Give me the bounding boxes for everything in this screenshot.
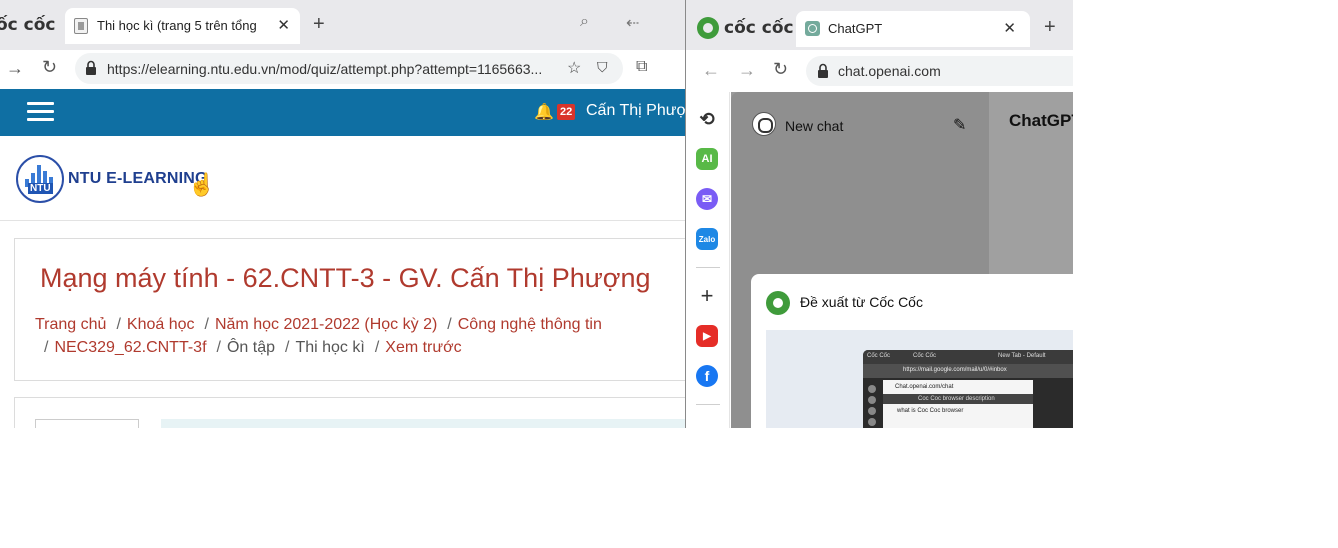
youtube-icon[interactable]: ▶ <box>696 325 718 347</box>
add-icon[interactable]: + <box>696 283 718 308</box>
breadcrumb-preview[interactable]: Xem trước <box>385 339 461 356</box>
model-title[interactable]: ChatGPT <box>1009 111 1073 131</box>
right-address-toolbar: ← → ↻ chat.openai.com <box>686 50 1073 92</box>
suggestion-preview-image[interactable]: Cốc Cốc Cốc Cốc New Tab - Default https:… <box>766 330 1073 428</box>
lock-icon <box>818 63 828 78</box>
address-bar[interactable]: chat.openai.com <box>806 56 1073 86</box>
tab-close-icon[interactable]: ✕ <box>277 16 290 34</box>
site-logo-area: NTU NTU E-LEARNING ☝ <box>0 137 686 221</box>
preview-panel-heading: Coc Coc browser description <box>918 396 995 402</box>
site-header: 🔔 22 Cấn Thị Phượng <box>0 89 686 136</box>
preview-tab: New Tab - Default <box>998 353 1046 359</box>
left-address-toolbar: → ↻ https://elearning.ntu.edu.vn/mod/qui… <box>0 50 686 88</box>
preview-browser-screenshot: Cốc Cốc Cốc Cốc New Tab - Default https:… <box>863 350 1073 428</box>
question-text-box <box>161 419 686 428</box>
tab-search-icon[interactable]: ⌕ <box>580 13 589 31</box>
tab-quiz[interactable]: Thi học kì (trang 5 trên tổng ✕ <box>65 8 300 44</box>
sidebar-divider <box>696 404 720 405</box>
preview-tab: Cốc Cốc <box>867 353 891 359</box>
suggestion-title: Đề xuất từ Cốc Cốc <box>800 294 923 310</box>
moodle-favicon-icon <box>74 18 88 34</box>
ai-icon[interactable]: AI <box>696 148 718 170</box>
preview-panel-question: what is Coc Coc browser <box>897 408 964 414</box>
breadcrumb-course-code[interactable]: NEC329_62.CNTT-3f <box>54 339 206 356</box>
breadcrumb: Trang chủ / Khoá học / Năm học 2021-2022 (Họ… <box>35 316 602 356</box>
extensions-icon[interactable]: ⧉ <box>636 58 647 76</box>
coccoc-sidebar: ⟲ AI ✉ Zalo + ▶ f <box>686 92 730 428</box>
question-info-box <box>35 419 139 428</box>
preview-url: https://mail.google.com/mail/u/0/#inbox <box>903 367 1007 373</box>
pointer-hand-icon: ☝ <box>188 172 216 197</box>
bookmark-star-icon[interactable]: ☆ <box>567 58 581 78</box>
sidebar-divider <box>696 267 720 268</box>
notification-count-badge: 22 <box>557 104 576 120</box>
right-tab-bar: cốc cốc ChatGPT ✕ + <box>686 0 1073 50</box>
coccoc-suggestion-popup: Đề xuất từ Cốc Cốc Cốc Cốc Cốc Cốc New T… <box>751 274 1073 428</box>
history-icon[interactable]: ⟲ <box>696 108 718 130</box>
lock-icon <box>86 60 96 75</box>
new-tab-button[interactable]: + <box>1044 16 1056 39</box>
breadcrumb-courses[interactable]: Khoá học <box>127 316 195 333</box>
coccoc-logo-icon <box>697 17 719 39</box>
tab-chatgpt[interactable]: ChatGPT ✕ <box>796 11 1030 47</box>
forward-icon[interactable]: → <box>738 60 756 81</box>
zalo-icon[interactable]: Zalo <box>696 228 718 250</box>
openai-logo-icon <box>752 112 776 136</box>
new-tab-button[interactable]: + <box>313 13 325 36</box>
coccoc-brand-label: ốc cốc <box>0 15 56 35</box>
coccoc-logo-icon <box>766 291 790 315</box>
compose-edit-icon[interactable]: ✎ <box>953 115 966 135</box>
preview-address-bar: https://mail.google.com/mail/u/0/#inbox <box>863 364 1073 378</box>
url-text[interactable]: chat.openai.com <box>838 63 941 79</box>
preview-tab: Cốc Cốc <box>913 353 937 359</box>
messenger-icon[interactable]: ✉ <box>696 188 718 210</box>
breadcrumb-home[interactable]: Trang chủ <box>35 316 106 333</box>
preview-tab-bar: Cốc Cốc Cốc Cốc New Tab - Default <box>863 350 1073 364</box>
chatgpt-page: New chat ✎ ChatGPT Đề xuất từ Cốc Cốc Cố… <box>731 92 1073 428</box>
reload-icon[interactable]: ↻ <box>42 57 57 78</box>
left-tab-bar: ốc cốc Thi học kì (trang 5 trên tổng ✕ +… <box>0 0 686 50</box>
elearning-browser-window: ốc cốc Thi học kì (trang 5 trên tổng ✕ +… <box>0 0 686 428</box>
tab-close-icon[interactable]: ✕ <box>1003 19 1016 37</box>
breadcrumb-quiz: Thi học kì <box>295 339 365 356</box>
new-chat-button[interactable]: New chat <box>785 118 843 134</box>
logo-text[interactable]: NTU E-LEARNING <box>68 170 208 188</box>
facebook-icon[interactable]: f <box>696 365 718 387</box>
quiz-content-card <box>14 397 686 428</box>
back-icon[interactable]: ← <box>702 60 720 81</box>
preview-panel-site: Chat.openai.com/chat <box>895 384 954 390</box>
user-menu-name[interactable]: Cấn Thị Phượng <box>586 102 686 120</box>
url-text[interactable]: https://elearning.ntu.edu.vn/mod/quiz/at… <box>107 61 542 77</box>
breadcrumb-section: Ôn tập <box>226 339 275 356</box>
forward-icon[interactable]: → <box>6 58 24 79</box>
tab-title: ChatGPT <box>828 21 883 36</box>
preview-panel-header: Coc Coc browser description <box>883 394 1033 404</box>
menu-toggle-icon[interactable] <box>27 102 54 122</box>
breadcrumb-year[interactable]: Năm học 2021-2022 (Học kỳ 2) <box>215 316 437 333</box>
desktop-screen: ốc cốc Thi học kì (trang 5 trên tổng ✕ +… <box>0 0 1338 548</box>
logo-short-label: NTU <box>28 183 53 194</box>
course-header-card: Mạng máy tính - 62.CNTT-3 - GV. Cấn Thị … <box>14 238 686 381</box>
adblock-shield-icon[interactable]: ⛉ <box>597 59 608 76</box>
chatgpt-browser-window: cốc cốc ChatGPT ✕ + ← → ↻ chat.openai.co… <box>685 0 1073 428</box>
preview-sidebar <box>865 382 879 428</box>
tab-title: Thi học kì (trang 5 trên tổng <box>97 18 257 33</box>
notification-bell-icon[interactable]: 🔔 <box>534 102 554 122</box>
ntu-logo-icon[interactable]: NTU <box>16 155 64 203</box>
preview-chat-panel: Chat.openai.com/chat Coc Coc browser des… <box>883 380 1033 428</box>
back-history-icon[interactable]: ⇠ <box>626 13 639 33</box>
breadcrumb-faculty[interactable]: Công nghệ thông tin <box>458 316 602 333</box>
coccoc-brand-label: cốc cốc <box>724 18 794 38</box>
reload-icon[interactable]: ↻ <box>773 59 788 80</box>
openai-favicon-icon <box>805 21 820 36</box>
address-bar[interactable]: https://elearning.ntu.edu.vn/mod/quiz/at… <box>75 53 623 84</box>
course-title: Mạng máy tính - 62.CNTT-3 - GV. Cấn Thị … <box>40 263 651 293</box>
